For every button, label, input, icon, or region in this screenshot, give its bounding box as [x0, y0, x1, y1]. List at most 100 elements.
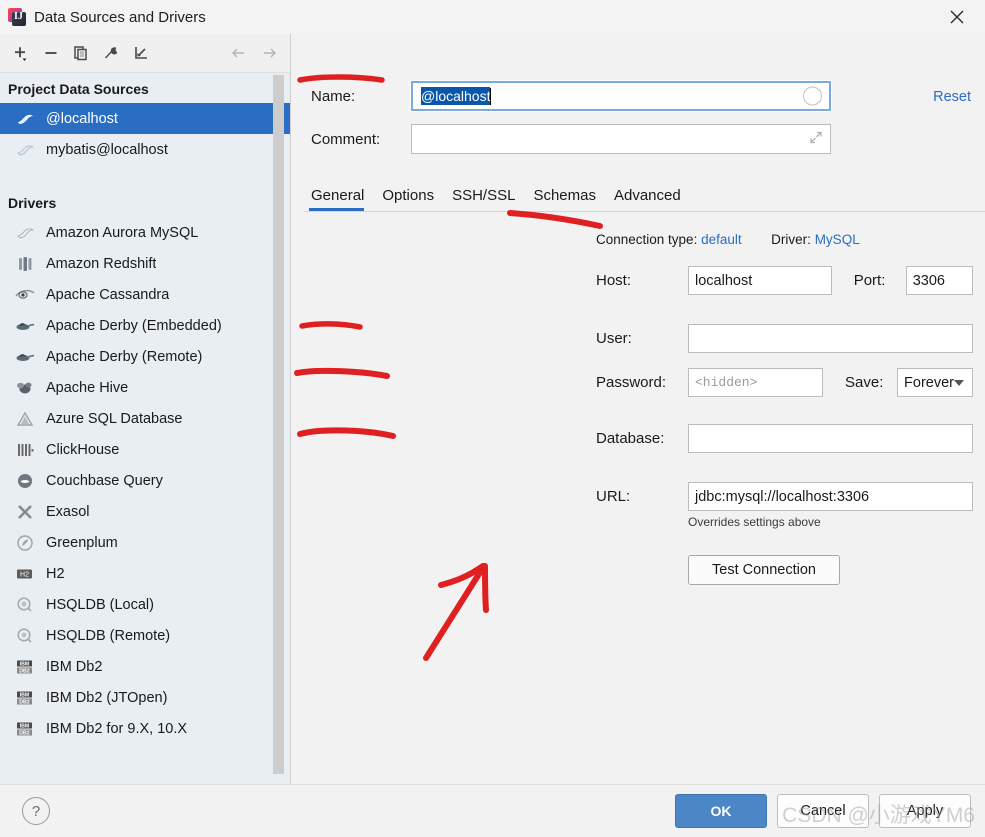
- name-label: Name:: [311, 87, 356, 105]
- connection-header: Connection type: default Driver: MySQL: [596, 232, 860, 247]
- intellij-idea-icon: IJ: [8, 8, 26, 26]
- ibm-db2-icon: IBM DB2: [14, 657, 36, 677]
- password-input[interactable]: <hidden>: [688, 368, 824, 397]
- list-item[interactable]: Amazon Redshift: [0, 248, 290, 279]
- password-label: Password:: [596, 374, 667, 391]
- list-item-label: Greenplum: [46, 534, 118, 551]
- database-label: Database:: [596, 430, 665, 447]
- comment-label: Comment:: [311, 130, 381, 148]
- list-item-label: Apache Derby (Embedded): [46, 317, 222, 334]
- sidebar-item-localhost[interactable]: @localhost: [0, 103, 290, 134]
- dialog-footer: ? OK Cancel Apply CSDN @小游戏YM6: [0, 784, 985, 837]
- name-row: Name: @localhost: [311, 80, 971, 112]
- list-item[interactable]: ClickHouse: [0, 434, 290, 465]
- wrench-icon[interactable]: [96, 39, 126, 67]
- tab-ssh-ssl[interactable]: SSH/SSL: [443, 187, 524, 211]
- import-arrow-icon[interactable]: [126, 39, 156, 67]
- forward-button[interactable]: [254, 39, 284, 67]
- list-item-label: Apache Cassandra: [46, 286, 170, 303]
- list-item[interactable]: Apache Derby (Embedded): [0, 310, 290, 341]
- list-item-label: HSQLDB (Remote): [46, 627, 171, 644]
- test-connection-button[interactable]: Test Connection: [688, 555, 840, 585]
- ibm-db2-icon: IBM DB2: [14, 719, 36, 739]
- host-label: Host:: [596, 272, 632, 289]
- list-item-label: Exasol: [46, 503, 90, 520]
- tab-schemas[interactable]: Schemas: [524, 187, 605, 211]
- tab-options[interactable]: Options: [373, 187, 443, 211]
- connection-type-value[interactable]: default: [701, 232, 742, 247]
- list-item[interactable]: H2 H2: [0, 558, 290, 589]
- dialog-content: Project Data Sources @localhost mybatis@…: [0, 34, 985, 784]
- back-button[interactable]: [224, 39, 254, 67]
- user-input[interactable]: [688, 324, 973, 353]
- svg-text:IBM: IBM: [20, 661, 30, 667]
- ok-button[interactable]: OK: [675, 794, 767, 828]
- list-item[interactable]: Azure SQL Database: [0, 403, 290, 434]
- comment-row: Comment:: [311, 124, 971, 154]
- list-item[interactable]: Couchbase Query: [0, 465, 290, 496]
- list-item[interactable]: Apache Cassandra: [0, 279, 290, 310]
- remove-button[interactable]: [36, 39, 66, 67]
- svg-text:IBM: IBM: [20, 723, 30, 729]
- list-item[interactable]: Amazon Aurora MySQL: [0, 217, 290, 248]
- database-input[interactable]: [688, 424, 973, 453]
- svg-text:IBM: IBM: [20, 692, 30, 698]
- list-item-label: H2: [46, 565, 65, 582]
- connection-type-label: Connection type:: [596, 232, 698, 247]
- host-input[interactable]: localhost: [688, 266, 832, 295]
- port-input[interactable]: 3306: [905, 266, 973, 295]
- greenplum-circle-icon: [14, 533, 36, 553]
- clickhouse-bars-icon: [14, 440, 36, 460]
- sidebar-item-mybatis-localhost[interactable]: mybatis@localhost: [0, 134, 290, 165]
- redshift-icon: [14, 254, 36, 274]
- list-item-label: IBM Db2 for 9.X, 10.X: [46, 720, 188, 737]
- csdn-watermark: CSDN @小游戏YM6: [782, 804, 975, 827]
- data-source-tree[interactable]: Project Data Sources @localhost mybatis@…: [0, 73, 290, 774]
- save-select[interactable]: Forever: [897, 368, 973, 397]
- list-item[interactable]: HSQLDB (Local): [0, 589, 290, 620]
- list-item[interactable]: IBM DB2 IBM Db2 (JTOpen): [0, 682, 290, 713]
- name-input[interactable]: @localhost: [410, 80, 832, 112]
- url-input[interactable]: jdbc:mysql://localhost:3306: [688, 482, 973, 511]
- reset-link[interactable]: Reset: [933, 89, 971, 105]
- mysql-dolphin-icon: [14, 140, 36, 160]
- list-item[interactable]: IBM DB2 IBM Db2 for 9.X, 10.X: [0, 713, 290, 744]
- add-button[interactable]: [6, 39, 36, 67]
- chevron-down-icon: [954, 379, 964, 386]
- list-item[interactable]: HSQLDB (Remote): [0, 620, 290, 651]
- left-panel: Project Data Sources @localhost mybatis@…: [0, 34, 290, 784]
- list-item-label: Apache Derby (Remote): [46, 348, 203, 365]
- expand-icon[interactable]: [808, 130, 824, 149]
- list-item[interactable]: IBM DB2 IBM Db2: [0, 651, 290, 682]
- close-icon[interactable]: [929, 0, 985, 34]
- h2-icon: H2: [14, 564, 36, 584]
- list-item[interactable]: Apache Derby (Remote): [0, 341, 290, 372]
- couchbase-icon: [14, 471, 36, 491]
- svg-text:DB2: DB2: [19, 699, 29, 705]
- driver-value[interactable]: MySQL: [815, 232, 860, 247]
- copy-icon[interactable]: [66, 39, 96, 67]
- list-item-label: HSQLDB (Local): [46, 596, 154, 613]
- project-data-sources-header: Project Data Sources: [8, 81, 149, 97]
- tab-general[interactable]: General: [308, 187, 373, 211]
- port-label: Port:: [853, 272, 886, 289]
- comment-input[interactable]: [411, 124, 831, 154]
- sidebar-scrollbar[interactable]: [273, 75, 284, 774]
- tab-advanced[interactable]: Advanced: [605, 187, 690, 211]
- window-title: Data Sources and Drivers: [34, 8, 206, 26]
- password-row: Password: <hidden> Save: Forever: [596, 368, 973, 397]
- exasol-x-icon: [14, 502, 36, 522]
- list-item[interactable]: Exasol: [0, 496, 290, 527]
- list-item[interactable]: Greenplum: [0, 527, 290, 558]
- list-item[interactable]: Apache Hive: [0, 372, 290, 403]
- list-item-label: Amazon Redshift: [46, 255, 157, 272]
- list-item-label: Amazon Aurora MySQL: [46, 224, 199, 241]
- data-source-toolbar: [0, 34, 290, 73]
- user-row: User:: [596, 324, 973, 353]
- tab-underline: [305, 211, 985, 212]
- detail-panel: Name: @localhost Comment: Reset General …: [291, 34, 985, 784]
- question-mark-icon[interactable]: ?: [22, 797, 50, 825]
- list-item-label: ClickHouse: [46, 441, 120, 458]
- svg-text:DB2: DB2: [19, 668, 29, 674]
- drivers-header: Drivers: [8, 195, 57, 211]
